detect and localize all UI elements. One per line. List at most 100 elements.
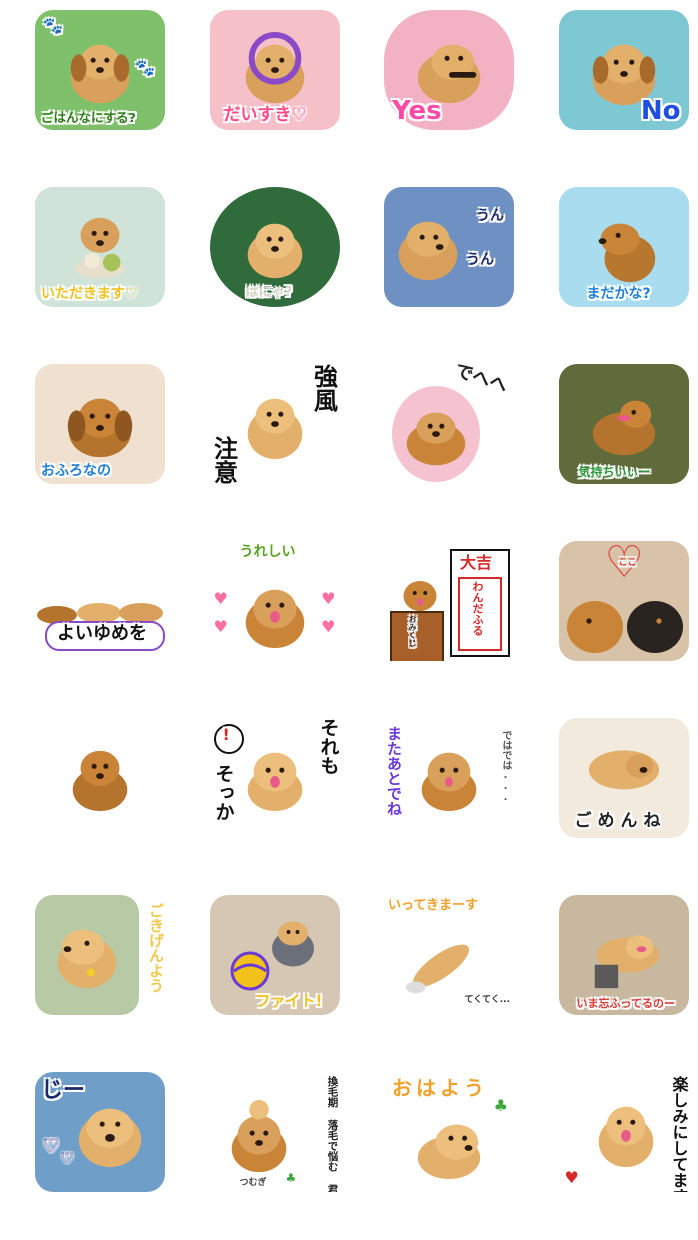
sticker[interactable]: うん うん [384,187,514,307]
sticker-caption: でへへ [452,364,511,397]
dog-icon [594,935,659,989]
heart-icon: ♥ [321,617,336,636]
sticker[interactable]: いただきます♡ [35,187,165,307]
dog-icon [79,1108,142,1168]
sticker-caption: いま忘ふってるのー [576,997,675,1010]
sticker-cell: まだかな? [524,177,698,354]
dog-icon [566,601,683,653]
sticker[interactable]: No [558,10,689,130]
sticker-caption: それも [317,718,340,775]
dog-icon [72,750,128,812]
sticker-caption: おふろなの [41,463,111,479]
sticker[interactable]: じー ♡ ♡ [35,1072,165,1192]
sticker-cell: Yes [349,0,524,177]
heart-icon: ♡ [61,1151,74,1167]
sticker-cell: だいすき♡ [175,0,350,177]
sticker-grid: 🐾 🐾 ごはんなにする? だいすき♡ Yes No いただきます♡ はにゃ? う… [0,0,698,1240]
dog-icon [231,1100,287,1173]
exclamation-icon: ! [222,725,230,744]
dog-icon [57,929,117,989]
dog-icon [247,398,302,460]
sticker-cell: 楽しみにしてます ♥ [524,1062,698,1239]
sticker-caption: そっか [212,764,235,821]
sticker-caption: ごめんね [574,811,667,831]
sticker-cell: 換毛期 落毛で悩む 君へのギフト つむぎ ♣ [175,1062,350,1239]
sticker-cell: 🐾 🐾 ごはんなにする? [0,0,175,177]
sticker-cell: はにゃ? [175,177,350,354]
dog-icon [406,412,466,465]
sticker[interactable]: Yes [384,10,514,130]
sticker-caption: ここ [618,558,637,568]
dog-icon [592,400,655,456]
sticker[interactable]: ファイト! [209,895,340,1015]
sticker-cell: ! それも そっか [175,708,350,885]
dog-icon [417,1124,481,1180]
sticker-caption: 換毛期 落毛で悩む 君へのギフト [326,1076,339,1192]
sticker[interactable]: 換毛期 落毛で悩む 君へのギフト つむぎ ♣ [209,1072,340,1192]
dog-icon [245,31,304,104]
dog-icon [245,589,304,649]
sticker[interactable]: まだかな? [558,187,689,307]
sticker[interactable]: いってきまーす てくてく... [384,895,514,1015]
sticker-caption: 大吉 [460,553,493,572]
sticker-caption: うれしい [239,544,296,560]
sticker[interactable]: ごめんね [558,718,689,838]
sticker-caption: 強風 [309,364,338,412]
sticker[interactable]: ♡ ここ [558,541,689,661]
clover-icon: ♣ [493,1096,508,1115]
sticker[interactable]: いま忘ふってるのー [558,895,689,1015]
sticker[interactable]: おみくじ 大吉 わんだふる [384,541,514,661]
heart-icon: ♥ [564,1168,579,1187]
sticker-caption: おみくじ [408,615,417,647]
sticker[interactable]: はにゃ? [209,187,340,307]
sticker-cell: おはよう ♣ [349,1062,524,1239]
sticker-caption: じー [41,1078,86,1103]
dog-icon [70,44,130,104]
sticker-caption: うん [466,252,494,268]
sticker-caption: ではでは... [500,730,511,803]
sticker-caption: No [640,96,681,126]
sticker[interactable] [35,718,165,838]
sticker-cell: いま忘ふってるのー [524,885,698,1062]
sticker-cell: ♥ ♥ ♥ ♥ うれしい [175,531,350,708]
sticker-caption: いただきます♡ [41,286,138,302]
dog-icon [271,921,314,967]
clover-icon: ♣ [285,1171,297,1185]
sticker-caption: はにゃ? [245,285,293,300]
sticker-caption: おはよう [392,1076,488,1100]
sticker[interactable]: でへへ [384,364,514,484]
sticker-cell [0,708,175,885]
dog-icon [421,752,477,812]
sticker-caption: ファイト! [255,992,323,1010]
sticker[interactable]: 🐾 🐾 ごはんなにする? [35,10,165,130]
sticker-cell: 気持ちいぃー [524,354,698,531]
sticker-cell: ファイト! [175,885,350,1062]
sticker-caption: 注意 [209,436,238,484]
sticker-cell: よいゆめを [0,531,175,708]
sticker-cell: でへへ [349,354,524,531]
sticker[interactable]: またあとでね ではでは... [384,718,514,838]
sticker-cell: おふろなの [0,354,175,531]
sticker[interactable]: おふろなの [35,364,165,484]
sticker-caption: ごはんなにする? [41,109,136,125]
sticker-caption: わんだふる [471,581,484,636]
sticker-caption: いってきまーす [388,898,478,913]
heart-icon: ♥ [213,617,228,636]
omikuji-box [390,611,444,661]
sticker[interactable]: 楽しみにしてます ♥ [558,1072,689,1192]
sticker[interactable]: だいすき♡ [209,10,340,130]
sticker[interactable]: ごきげんよう [35,895,165,1015]
sticker[interactable]: ! それも そっか [209,718,340,838]
sticker-caption: Yes [392,96,442,126]
dog-icon [74,217,126,279]
sticker-caption: またあとでね [385,726,403,816]
sticker-caption: うん [476,208,504,224]
sticker-caption: 気持ちいぃー [578,465,651,479]
sticker[interactable]: 強風 注意 [209,364,340,484]
sticker-cell: じー ♡ ♡ [0,1062,175,1239]
sticker[interactable]: よいゆめを [35,541,165,661]
sticker[interactable]: おはよう ♣ [384,1072,514,1192]
paw-icon: 🐾 [43,16,63,35]
sticker[interactable]: ♥ ♥ ♥ ♥ うれしい [209,541,340,661]
sticker[interactable]: 気持ちいぃー [558,364,689,484]
